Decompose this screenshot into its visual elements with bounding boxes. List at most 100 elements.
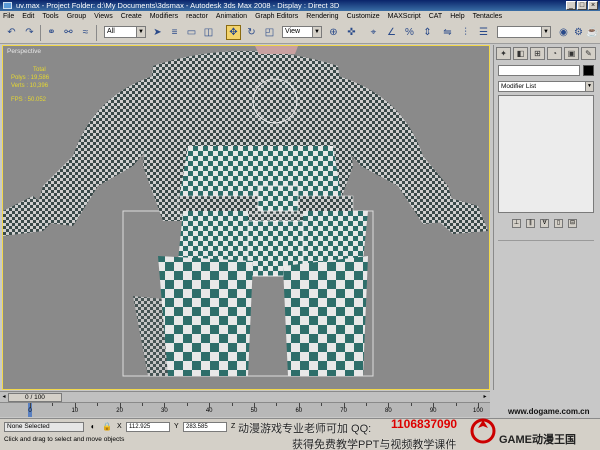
select-rotate-icon[interactable]: ↻ bbox=[244, 25, 259, 40]
modifier-stack[interactable] bbox=[498, 95, 594, 213]
character-model[interactable] bbox=[3, 46, 490, 390]
menu-views[interactable]: Views bbox=[94, 11, 113, 22]
ruler-tick bbox=[366, 403, 367, 406]
stack-tools: ⊥ ∥ ∀ ▯ ⊟ bbox=[498, 216, 594, 230]
pin-stack-icon[interactable]: ⊥ bbox=[512, 218, 521, 228]
command-panel: ✦ ◧ ⊞ ◔ ▣ ✎ Modifier List ▼ ⊥ ∥ ∀ ▯ ⊟ bbox=[493, 45, 600, 390]
prompt-line: Click and drag to select and move object… bbox=[4, 436, 125, 443]
menu-animation[interactable]: Animation bbox=[216, 11, 247, 22]
unlink-icon[interactable]: ⚯ bbox=[61, 25, 76, 40]
y-label: Y bbox=[174, 423, 179, 430]
create-tab-icon[interactable]: ✦ bbox=[496, 47, 511, 60]
selection-filter-dropdown[interactable]: All ▼ bbox=[104, 26, 146, 38]
stats-heading: Total bbox=[33, 67, 46, 73]
modifier-list-dropdown[interactable]: Modifier List ▼ bbox=[498, 81, 594, 92]
y-coordinate-field[interactable]: 283.585 bbox=[183, 422, 227, 432]
layer-manager-icon[interactable]: ☰ bbox=[476, 25, 491, 40]
percent-snap-icon[interactable]: % bbox=[402, 25, 417, 40]
named-selection-dropdown[interactable]: ▼ bbox=[497, 26, 551, 38]
minimize-button[interactable]: _ bbox=[566, 1, 576, 10]
ruler-tick bbox=[321, 403, 323, 406]
lock-selection-icon[interactable]: 🔒 bbox=[102, 422, 112, 432]
select-move-icon[interactable]: ✥ bbox=[226, 25, 241, 40]
material-editor-icon[interactable]: ◉ bbox=[556, 25, 571, 40]
menu-group[interactable]: Group bbox=[67, 11, 86, 22]
select-region-icon[interactable]: ▭ bbox=[184, 25, 199, 40]
hierarchy-tab-icon[interactable]: ⊞ bbox=[530, 47, 545, 60]
stats-fps: FPS : 50.052 bbox=[11, 97, 47, 103]
snap-toggle-icon[interactable]: ⌖ bbox=[366, 25, 381, 40]
menu-file[interactable]: File bbox=[3, 11, 14, 22]
ruler-tick bbox=[276, 403, 278, 406]
render-setup-icon[interactable]: ⚙ bbox=[571, 25, 586, 40]
pivot-center-icon[interactable]: ⊕ bbox=[326, 25, 341, 40]
configure-sets-icon[interactable]: ⊟ bbox=[568, 218, 577, 228]
isolate-icon[interactable]: ◐ bbox=[88, 422, 98, 432]
menu-rendering[interactable]: Rendering bbox=[306, 11, 338, 22]
ruler-tick-label: 80 bbox=[385, 408, 392, 414]
ruler-tick-label: 70 bbox=[340, 408, 347, 414]
motion-tab-icon[interactable]: ◔ bbox=[547, 47, 562, 60]
mirror-icon[interactable]: ⇋ bbox=[440, 25, 455, 40]
display-tab-icon[interactable]: ▣ bbox=[564, 47, 579, 60]
menu-tools[interactable]: Tools bbox=[42, 11, 58, 22]
select-object-icon[interactable]: ➤ bbox=[150, 25, 165, 40]
object-color-swatch[interactable] bbox=[583, 65, 594, 76]
select-manipulate-icon[interactable]: ✜ bbox=[344, 25, 359, 40]
3dsmax-window: uv.max - Project Folder: d:\My Documents… bbox=[0, 0, 600, 450]
chevron-left-icon[interactable]: ◂ bbox=[0, 393, 8, 402]
redo-icon[interactable]: ↷ bbox=[22, 25, 37, 40]
angle-snap-icon[interactable]: ∠ bbox=[384, 25, 399, 40]
menu-modifiers[interactable]: Modifiers bbox=[150, 11, 178, 22]
menu-create[interactable]: Create bbox=[121, 11, 142, 22]
quick-render-icon[interactable]: ☕ bbox=[585, 25, 600, 40]
viewport-label[interactable]: Perspective bbox=[7, 48, 41, 55]
menu-cat[interactable]: CAT bbox=[429, 11, 442, 22]
ruler-tick bbox=[142, 403, 143, 406]
ruler-tick bbox=[186, 403, 188, 406]
menu-edit[interactable]: Edit bbox=[22, 11, 34, 22]
menu-reactor[interactable]: reactor bbox=[186, 11, 208, 22]
menu-maxscript[interactable]: MAXScript bbox=[388, 11, 421, 22]
ruler-tick-label: 30 bbox=[161, 408, 168, 414]
reference-coordinate-dropdown[interactable]: View ▼ bbox=[282, 26, 322, 38]
ruler-tick-label: 100 bbox=[472, 408, 484, 414]
track-bar[interactable]: 0 10 20 30 40 50 60 70 80 90 100 bbox=[0, 402, 490, 417]
chevron-down-icon: ▼ bbox=[312, 27, 321, 37]
menu-help[interactable]: Help bbox=[450, 11, 464, 22]
menu-tentacles[interactable]: Tentacles bbox=[473, 11, 503, 22]
title-bar: uv.max - Project Folder: d:\My Documents… bbox=[0, 0, 600, 11]
window-crossing-icon[interactable]: ◫ bbox=[201, 25, 216, 40]
x-coordinate-field[interactable]: 112.925 bbox=[126, 422, 170, 432]
show-end-result-icon[interactable]: ∥ bbox=[526, 218, 535, 228]
bind-space-warp-icon[interactable]: ≈ bbox=[78, 25, 93, 40]
perspective-viewport[interactable]: Perspective Total Polys : 19,586 Verts :… bbox=[2, 45, 490, 390]
watermark-line2: 获得免费教学PPT与视频教学课件 bbox=[292, 439, 457, 450]
chevron-right-icon[interactable]: ▸ bbox=[481, 393, 489, 402]
spinner-snap-icon[interactable]: ⇕ bbox=[420, 25, 435, 40]
object-name-field[interactable] bbox=[498, 65, 580, 76]
ruler-tick-label: 90 bbox=[429, 408, 437, 414]
utilities-tab-icon[interactable]: ✎ bbox=[581, 47, 596, 60]
watermark-qq: 1106837090 bbox=[391, 417, 458, 431]
select-by-name-icon[interactable]: ≡ bbox=[167, 25, 182, 40]
modify-tab-icon[interactable]: ◧ bbox=[513, 47, 528, 60]
main-toolbar: ↶ ↷ ⚭ ⚯ ≈ All ▼ ➤ ≡ ▭ ◫ ✥ ↻ ◰ View ▼ ⊕ ✜… bbox=[0, 22, 600, 44]
align-icon[interactable]: ⫶ bbox=[458, 25, 473, 40]
command-panel-tabs: ✦ ◧ ⊞ ◔ ▣ ✎ bbox=[496, 47, 596, 60]
time-slider-thumb[interactable]: 0 / 100 bbox=[8, 393, 62, 402]
make-unique-icon[interactable]: ∀ bbox=[540, 218, 549, 228]
chevron-down-icon: ▼ bbox=[541, 27, 550, 37]
link-icon[interactable]: ⚭ bbox=[44, 25, 59, 40]
menu-graph-editors[interactable]: Graph Editors bbox=[255, 11, 298, 22]
time-slider[interactable]: ◂ 0 / 100 ▸ bbox=[0, 391, 490, 402]
undo-icon[interactable]: ↶ bbox=[4, 25, 19, 40]
maximize-button[interactable]: □ bbox=[577, 1, 587, 10]
ruler-tick-label: 40 bbox=[205, 408, 213, 414]
close-button[interactable]: × bbox=[588, 1, 598, 10]
select-scale-icon[interactable]: ◰ bbox=[262, 25, 277, 40]
ruler-tick-label: 60 bbox=[295, 408, 303, 414]
app-icon[interactable] bbox=[3, 2, 12, 9]
remove-modifier-icon[interactable]: ▯ bbox=[554, 218, 563, 228]
menu-customize[interactable]: Customize bbox=[347, 11, 380, 22]
